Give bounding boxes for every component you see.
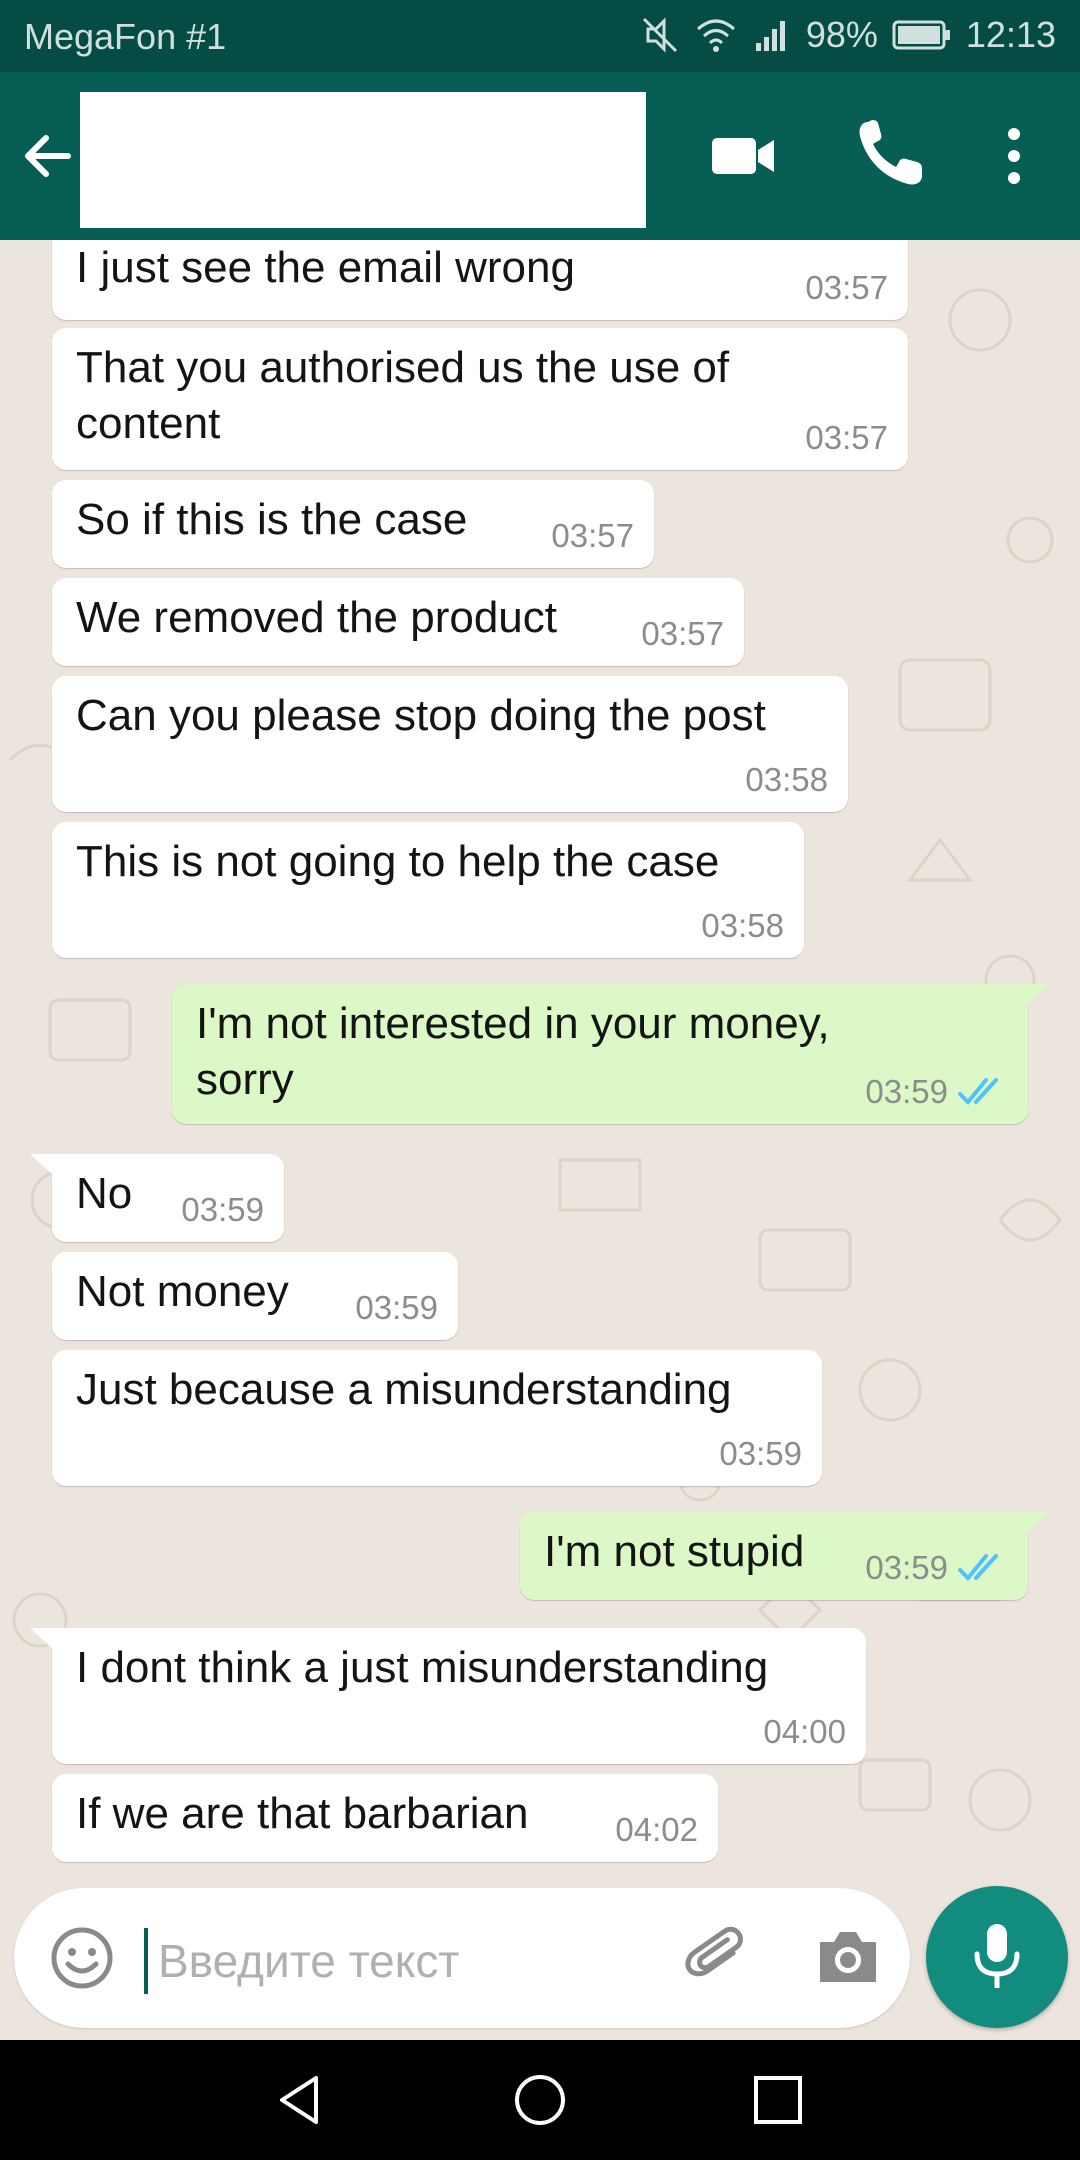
message-text: This is not going to help the case [76,837,720,886]
camera-icon[interactable] [814,1924,882,1988]
message-bubble-incoming[interactable]: No 03:59 [52,1154,284,1242]
message-input[interactable] [156,1924,540,1998]
message-text: We removed the product [76,593,557,642]
signal-icon [755,21,785,51]
message-list[interactable]: I just see the email wrong 03:57 That yo… [0,240,1080,1892]
message-text: Just because a misunderstanding [76,1365,732,1414]
message-bubble-outgoing[interactable]: I'm not interested in your money, sorry … [172,984,1028,1124]
message-text: That you authorised us the use of conten… [76,343,730,448]
read-receipt-icon [958,1078,998,1105]
message-bubble-outgoing[interactable]: I'm not stupid 03:59 [520,1512,1028,1600]
message-time: 03:58 [745,761,828,798]
message-bubble-incoming[interactable]: I dont think a just misunderstanding 04:… [52,1628,866,1764]
attach-icon[interactable] [678,1920,754,1996]
message-bubble-incoming[interactable]: I just see the email wrong 03:57 [52,240,908,320]
message-text: I just see the email wrong [76,243,575,292]
message-text: Can you please stop doing the post [76,691,766,740]
message-bubble-incoming[interactable]: Can you please stop doing the post 03:58 [52,676,848,812]
status-bar: MegaFon #1 98% 12:13 [0,0,1080,72]
bubble-tail [1026,1512,1050,1534]
carrier-name: MegaFon #1 [24,16,227,57]
message-bubble-incoming[interactable]: We removed the product 03:57 [52,578,744,666]
battery-icon [892,20,950,50]
message-time: 04:02 [615,1811,698,1848]
message-composer [14,1888,910,2028]
clock: 12:13 [965,14,1056,55]
back-arrow-icon[interactable] [16,124,80,188]
nav-home-icon[interactable] [512,2072,568,2128]
message-bubble-incoming[interactable]: Not money 03:59 [52,1252,458,1340]
message-bubble-incoming[interactable]: Just because a misunderstanding 03:59 [52,1350,822,1486]
status-icons: 98% 12:13 [640,14,1056,56]
message-time: 03:58 [701,907,784,944]
message-bubble-incoming[interactable]: This is not going to help the case 03:58 [52,822,804,958]
system-nav-bar [0,2040,1080,2160]
message-text: If we are that barbarian [76,1789,529,1838]
text-cursor [144,1928,148,1994]
nav-back-icon[interactable] [272,2072,328,2128]
video-call-icon[interactable] [708,120,780,192]
message-bubble-incoming[interactable]: That you authorised us the use of conten… [52,328,908,470]
message-time: 03:59 [865,1073,948,1110]
bubble-tail [30,1154,54,1176]
bubble-tail [30,1628,54,1650]
mute-icon [642,17,677,53]
message-time: 03:57 [805,419,888,456]
mic-icon [974,1924,1020,1988]
message-time: 03:57 [551,517,634,554]
message-time: 03:59 [719,1435,802,1472]
message-bubble-incoming[interactable]: So if this is the case 03:57 [52,480,654,568]
message-text: So if this is the case [76,495,468,544]
chat-header [0,72,1080,240]
bubble-tail [1026,984,1050,1006]
read-receipt-icon [958,1554,998,1581]
message-bubble-incoming[interactable]: If we are that barbarian 04:02 [52,1774,718,1862]
message-time: 03:59 [355,1289,438,1326]
message-time: 03:59 [865,1549,948,1586]
nav-recents-icon[interactable] [752,2074,804,2126]
wifi-icon [696,19,735,52]
message-text: I dont think a just misunderstanding [76,1643,769,1692]
mic-button[interactable] [926,1886,1068,2028]
battery-percent: 98% [805,14,878,55]
message-time: 04:00 [763,1713,846,1750]
more-vert-icon[interactable] [996,120,1032,192]
message-text: I'm not interested in your money, sorry [196,999,830,1104]
phone-icon[interactable] [852,116,924,192]
contact-name-redacted[interactable] [80,92,646,228]
emoji-icon[interactable] [48,1924,116,1992]
message-time: 03:59 [181,1191,264,1228]
message-time: 03:57 [805,269,888,306]
message-time: 03:57 [641,615,724,652]
